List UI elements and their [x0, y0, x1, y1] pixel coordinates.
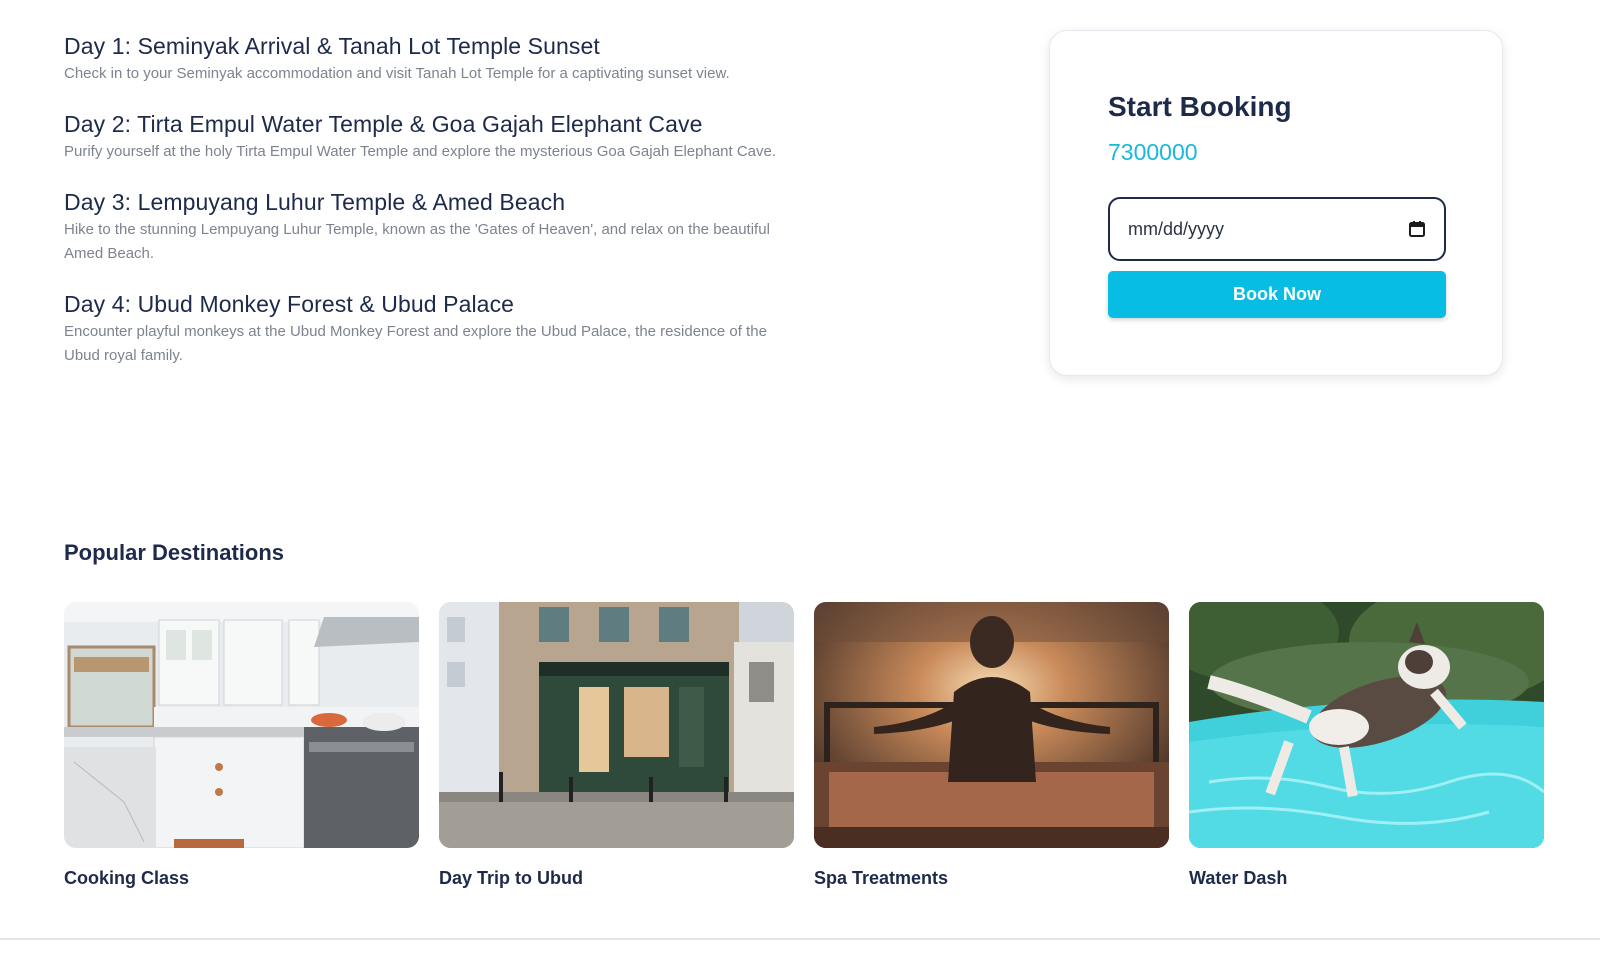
footer-divider: [0, 938, 1600, 940]
itinerary-day: Day 3: Lempuyang Luhur Temple & Amed Bea…: [64, 186, 794, 266]
card-label: Cooking Class: [64, 868, 190, 888]
day-description: Encounter playful monkeys at the Ubud Mo…: [64, 323, 767, 364]
page: Day 1: Seminyak Arrival & Tanah Lot Temp…: [0, 0, 1600, 960]
itinerary: Day 1: Seminyak Arrival & Tanah Lot Temp…: [64, 30, 794, 390]
itinerary-day: Day 2: Tirta Empul Water Temple & Goa Ga…: [64, 108, 794, 164]
day-title: Day 2: Tirta Empul Water Temple & Goa Ga…: [64, 111, 703, 137]
book-now-button[interactable]: Book Now: [1108, 271, 1446, 318]
date-input[interactable]: mm/dd/yyyy: [1108, 197, 1446, 261]
destination-cards: Cooking Class Day Trip to Ubud Spa Treat…: [64, 602, 1544, 892]
meditation-sunset-photo[interactable]: [814, 602, 1169, 848]
day-title: Day 3: Lempuyang Luhur Temple & Amed Bea…: [64, 189, 566, 215]
destination-card[interactable]: Spa Treatments: [814, 602, 1169, 889]
kitchen-photo[interactable]: [64, 602, 419, 848]
destination-card[interactable]: Cooking Class: [64, 602, 419, 889]
booking-price: 7300000: [1108, 139, 1198, 165]
destination-card[interactable]: Day Trip to Ubud: [439, 602, 794, 889]
day-description: Purify yourself at the holy Tirta Empul …: [64, 143, 777, 160]
booking-title: Start Booking: [1108, 91, 1292, 122]
booking-card: Start Booking 7300000 mm/dd/yyyy Book No…: [1049, 30, 1503, 376]
dog-pool-photo[interactable]: [1189, 602, 1544, 848]
card-label: Day Trip to Ubud: [439, 868, 583, 888]
destination-card[interactable]: Water Dash: [1189, 602, 1544, 889]
itinerary-day: Day 1: Seminyak Arrival & Tanah Lot Temp…: [64, 30, 794, 86]
card-label: Water Dash: [1189, 868, 1288, 888]
calendar-icon[interactable]: [1408, 220, 1426, 238]
card-label: Spa Treatments: [814, 868, 949, 888]
day-description: Check in to your Seminyak accommodation …: [64, 65, 730, 82]
date-placeholder: mm/dd/yyyy: [1128, 218, 1225, 239]
street-shop-photo[interactable]: [439, 602, 794, 848]
day-title: Day 1: Seminyak Arrival & Tanah Lot Temp…: [64, 33, 600, 59]
section-title: Popular Destinations: [64, 540, 285, 565]
day-description: Hike to the stunning Lempuyang Luhur Tem…: [64, 221, 770, 262]
day-title: Day 4: Ubud Monkey Forest & Ubud Palace: [64, 291, 515, 317]
itinerary-day: Day 4: Ubud Monkey Forest & Ubud Palace …: [64, 288, 794, 368]
